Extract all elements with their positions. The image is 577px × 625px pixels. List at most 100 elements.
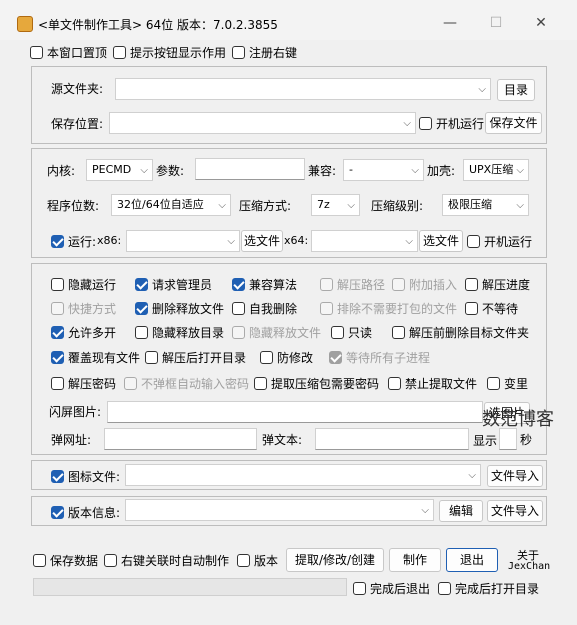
checkbox-icon[interactable]	[135, 278, 148, 291]
opt-delete-released[interactable]: 删除释放文件	[135, 300, 224, 317]
right-click-auto-checkbox[interactable]: 右键关联时自动制作	[104, 552, 229, 569]
checkbox-icon[interactable]	[465, 302, 478, 315]
version-info-select[interactable]: ⌵	[125, 499, 434, 521]
opt-shortcut[interactable]: 快捷方式	[51, 300, 116, 317]
save-file-button[interactable]: 保存文件	[485, 112, 542, 134]
params-input[interactable]	[195, 158, 305, 180]
checkbox-icon[interactable]	[113, 46, 126, 59]
x64-select[interactable]: ⌵	[311, 230, 418, 252]
checkbox-icon[interactable]	[260, 351, 273, 364]
opt-variable[interactable]: 变里	[487, 375, 528, 392]
source-folder-select[interactable]: ⌵	[115, 78, 491, 100]
opt-overwrite[interactable]: 覆盖现有文件	[51, 349, 140, 366]
icon-file-checkbox[interactable]: 图标文件:	[51, 468, 120, 485]
compress-level-select[interactable]: 极限压缩 ⌵	[442, 194, 529, 216]
boot-run-2-checkbox[interactable]: 开机运行	[467, 233, 532, 250]
checkbox-icon[interactable]	[232, 46, 245, 59]
checkbox-icon[interactable]	[232, 302, 245, 315]
compress-method-select[interactable]: 7z ⌵	[311, 194, 360, 216]
opt-extract-requires-password[interactable]: 提取压缩包需要密码	[254, 375, 379, 392]
checkbox-icon[interactable]	[467, 235, 480, 248]
x86-select[interactable]: ⌵	[126, 230, 240, 252]
opt-compat-algorithm[interactable]: 兼容算法	[232, 276, 297, 293]
checkbox-icon[interactable]	[388, 377, 401, 390]
checkbox-icon[interactable]	[392, 278, 405, 291]
icon-import-button[interactable]: 文件导入	[487, 465, 543, 487]
exit-button[interactable]: 退出	[446, 548, 498, 572]
exit-after-checkbox[interactable]: 完成后退出	[353, 580, 430, 597]
checkbox-icon[interactable]	[487, 377, 500, 390]
checkbox-icon[interactable]	[320, 302, 333, 315]
checkbox-icon[interactable]	[51, 326, 64, 339]
opt-request-admin[interactable]: 请求管理员	[135, 276, 212, 293]
checkbox-icon[interactable]	[254, 377, 267, 390]
shell-select[interactable]: UPX压缩 ⌵	[463, 159, 529, 181]
opt-hide-release-files[interactable]: 隐藏释放文件	[232, 324, 321, 341]
opt-delete-target-before[interactable]: 解压前删除目标文件夹	[392, 324, 529, 341]
checkbox-icon[interactable]	[51, 377, 64, 390]
option-register-context-menu[interactable]: 注册右键	[232, 44, 297, 61]
opt-hidden-run[interactable]: 隐藏运行	[51, 276, 116, 293]
option-always-on-top[interactable]: 本窗口置顶	[30, 44, 107, 61]
close-icon[interactable]: ✕	[532, 14, 550, 32]
boot-run-checkbox[interactable]: 开机运行	[419, 115, 484, 132]
version-edit-button[interactable]: 编辑	[439, 500, 483, 522]
checkbox-icon[interactable]	[51, 302, 64, 315]
checkbox-icon[interactable]	[135, 326, 148, 339]
version-info-checkbox[interactable]: 版本信息:	[51, 504, 120, 521]
show-seconds-input[interactable]	[499, 428, 517, 450]
save-location-select[interactable]: ⌵	[109, 112, 416, 134]
checkbox-icon[interactable]	[392, 326, 405, 339]
checkbox-icon[interactable]	[331, 326, 344, 339]
bits-select[interactable]: 32位/64位自适应 ⌵	[111, 194, 231, 216]
checkbox-icon[interactable]	[237, 554, 250, 567]
checkbox-icon[interactable]	[232, 278, 245, 291]
opt-extract-path[interactable]: 解压路径	[320, 276, 385, 293]
minimize-icon[interactable]: —	[441, 14, 459, 32]
kernel-select[interactable]: PECMD ⌵	[86, 159, 153, 181]
checkbox-icon[interactable]	[145, 351, 158, 364]
checkbox-icon[interactable]	[135, 302, 148, 315]
compat-select[interactable]: - ⌵	[343, 159, 424, 181]
checkbox-icon[interactable]	[438, 582, 451, 595]
popup-text-input[interactable]	[315, 428, 469, 450]
splash-input[interactable]	[107, 401, 483, 423]
extract-modify-create-button[interactable]: 提取/修改/创建	[286, 548, 384, 572]
opt-readonly[interactable]: 只读	[331, 324, 372, 341]
open-dir-after-checkbox[interactable]: 完成后打开目录	[438, 580, 539, 597]
checkbox-icon[interactable]	[124, 377, 137, 390]
opt-auto-password[interactable]: 不弹框自动输入密码	[124, 375, 249, 392]
checkbox-icon[interactable]	[465, 278, 478, 291]
checkbox-icon[interactable]	[51, 278, 64, 291]
option-button-tips[interactable]: 提示按钮显示作用	[113, 44, 226, 61]
save-data-checkbox[interactable]: 保存数据	[33, 552, 98, 569]
opt-self-delete[interactable]: 自我删除	[232, 300, 297, 317]
checkbox-icon[interactable]	[104, 554, 117, 567]
checkbox-icon[interactable]	[320, 278, 333, 291]
opt-no-wait[interactable]: 不等待	[465, 300, 518, 317]
checkbox-icon[interactable]	[51, 351, 64, 364]
opt-exclude-files[interactable]: 排除不需要打包的文件	[320, 300, 457, 317]
checkbox-icon[interactable]	[51, 470, 64, 483]
checkbox-icon[interactable]	[30, 46, 43, 59]
icon-file-select[interactable]: ⌵	[125, 464, 481, 486]
make-button[interactable]: 制作	[389, 548, 441, 572]
checkbox-icon[interactable]	[232, 326, 245, 339]
opt-extract-progress[interactable]: 解压进度	[465, 276, 530, 293]
x64-select-file-button[interactable]: 选文件	[419, 230, 463, 252]
version-checkbox[interactable]: 版本	[237, 552, 278, 569]
popup-url-input[interactable]	[104, 428, 257, 450]
checkbox-icon[interactable]	[33, 554, 46, 567]
directory-button[interactable]: 目录	[497, 79, 535, 101]
checkbox-icon[interactable]	[329, 351, 342, 364]
opt-allow-multiple[interactable]: 允许多开	[51, 324, 116, 341]
version-import-button[interactable]: 文件导入	[487, 500, 543, 522]
opt-extract-password[interactable]: 解压密码	[51, 375, 116, 392]
opt-forbid-extract[interactable]: 禁止提取文件	[388, 375, 477, 392]
opt-wait-all-children[interactable]: 等待所有子进程	[329, 349, 430, 366]
x86-select-file-button[interactable]: 选文件	[241, 230, 283, 252]
run-checkbox[interactable]: 运行:	[51, 233, 96, 250]
opt-hide-release-dir[interactable]: 隐藏释放目录	[135, 324, 224, 341]
checkbox-icon[interactable]	[51, 235, 64, 248]
opt-anti-modify[interactable]: 防修改	[260, 349, 313, 366]
